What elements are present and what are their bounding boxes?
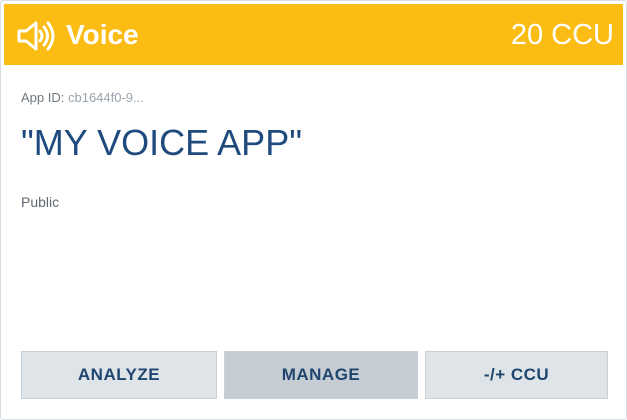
app-name: "MY VOICE APP" [21, 122, 302, 163]
speaker-icon [17, 21, 55, 51]
manage-button[interactable]: MANAGE [224, 351, 418, 399]
app-id-label: App ID: [21, 90, 65, 105]
voice-app-card: Voice 20 CCU App ID: cb1644f0-9... "MY V… [0, 0, 627, 420]
app-id-value: cb1644f0-9... [67, 90, 144, 105]
visibility-status: Public [21, 194, 60, 210]
ccu-count: 20 CCU [510, 19, 614, 51]
header-title: Voice [66, 19, 139, 50]
card-header: Voice 20 CCU [4, 4, 623, 65]
analyze-button[interactable]: ANALYZE [21, 351, 217, 399]
app-id: App ID: cb1644f0-9... [21, 90, 144, 106]
adjust-ccu-button[interactable]: -/+ CCU [425, 351, 608, 399]
